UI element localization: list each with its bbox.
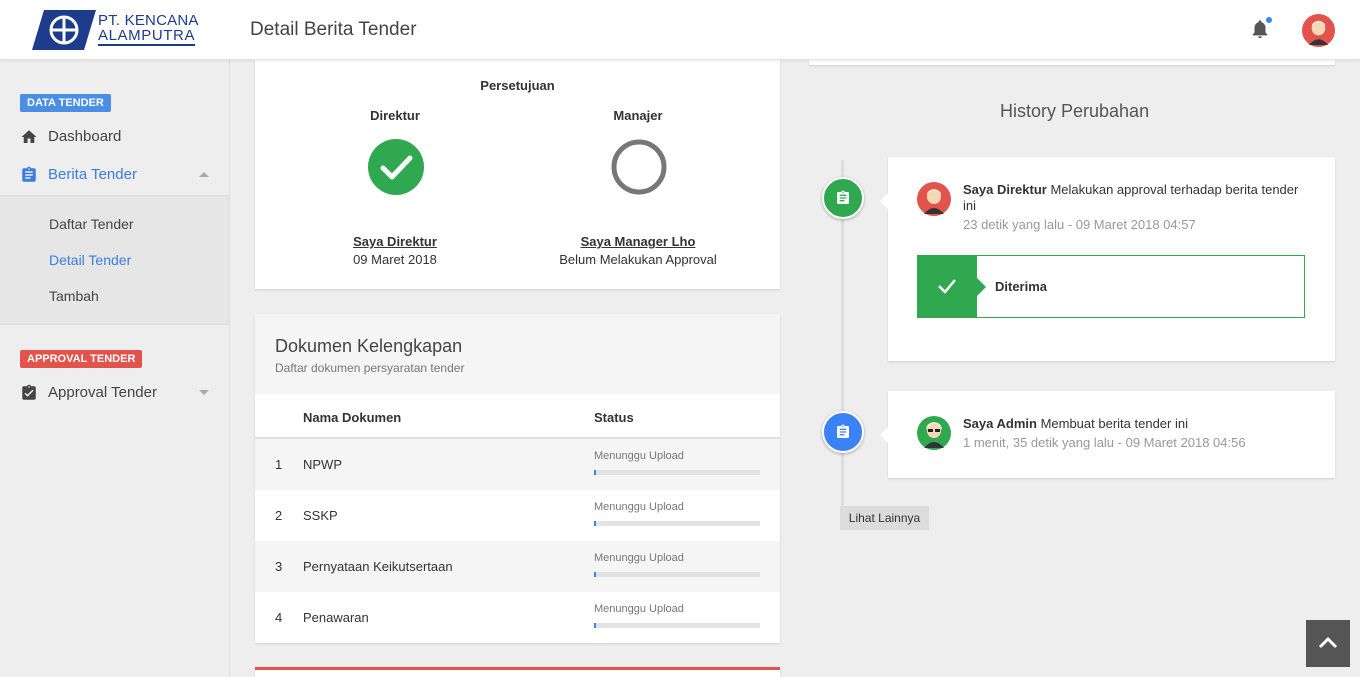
history-actor: Saya Direktur bbox=[963, 182, 1047, 197]
top-header: PT. KENCANA ALAMPUTRA Detail Berita Tend… bbox=[0, 0, 1360, 60]
table-row: 2 SSKP Menunggu Upload bbox=[255, 490, 780, 541]
submenu-item-detail-tender[interactable]: Detail Tender bbox=[49, 252, 131, 268]
row-number: 1 bbox=[275, 457, 283, 472]
previous-card-edge bbox=[809, 60, 1335, 65]
timeline-node-created bbox=[822, 411, 864, 453]
column-header-name: Nama Dokumen bbox=[303, 410, 402, 425]
table-row: 4 Penawaran Menunggu Upload bbox=[255, 592, 780, 643]
document-status: Menunggu Upload bbox=[594, 501, 684, 513]
approval-manajer: Manajer Saya Manager Lho Belum Melakukan… bbox=[538, 60, 738, 289]
sidebar-item-label: Dashboard bbox=[48, 128, 122, 145]
approval-direktur: Direktur Saya Direktur 09 Maret 2018 bbox=[295, 60, 495, 289]
table-row: 1 NPWP Menunggu Upload bbox=[255, 439, 780, 490]
next-card-edge bbox=[255, 667, 780, 677]
sidebar-item-label: Approval Tender bbox=[48, 384, 157, 401]
documents-subtitle: Daftar dokumen persyaratan tender bbox=[275, 361, 465, 375]
upload-progress-bar bbox=[594, 470, 760, 475]
company-name-line2: ALAMPUTRA bbox=[98, 27, 196, 44]
pending-circle-icon bbox=[611, 139, 667, 195]
user-avatar[interactable] bbox=[1302, 14, 1335, 47]
page-title: Detail Berita Tender bbox=[250, 19, 417, 40]
document-status: Menunggu Upload bbox=[594, 552, 684, 564]
section-badge-approval-tender: APPROVAL TENDER bbox=[20, 350, 143, 368]
history-entry: Saya Admin Membuat berita tender ini 1 m… bbox=[880, 391, 1335, 478]
history-time: 1 menit, 35 detik yang lalu - 09 Maret 2… bbox=[963, 435, 1246, 450]
upload-progress-bar bbox=[594, 572, 760, 577]
document-status: Menunggu Upload bbox=[594, 450, 684, 462]
approver-name-link[interactable]: Saya Manager Lho bbox=[538, 234, 738, 249]
history-time: 23 detik yang lalu - 09 Maret 2018 04:57 bbox=[963, 217, 1196, 232]
check-circle-icon bbox=[368, 139, 424, 195]
documents-card: Dokumen Kelengkapan Daftar dokumen persy… bbox=[255, 314, 780, 643]
submenu-item-daftar-tender[interactable]: Daftar Tender bbox=[49, 216, 134, 232]
section-badge-data-tender: DATA TENDER bbox=[20, 94, 111, 112]
row-number: 3 bbox=[275, 559, 283, 574]
timeline-node-approval bbox=[822, 177, 864, 219]
history-action: Membuat berita tender ini bbox=[1040, 416, 1188, 431]
table-row: 3 Pernyataan Keikutsertaan Menunggu Uplo… bbox=[255, 541, 780, 592]
column-header-status: Status bbox=[594, 410, 634, 425]
home-icon bbox=[21, 130, 37, 143]
progress-fill bbox=[594, 572, 596, 577]
clipboard-icon bbox=[837, 190, 849, 204]
documents-title: Dokumen Kelengkapan bbox=[275, 336, 463, 356]
submenu-item-tambah[interactable]: Tambah bbox=[49, 288, 99, 304]
progress-fill bbox=[594, 521, 596, 526]
submenu-berita-tender: Daftar Tender Detail Tender Tambah bbox=[0, 195, 229, 325]
row-number: 4 bbox=[275, 610, 283, 625]
approval-card: Persetujuan Direktur Saya Direktur 09 Ma… bbox=[255, 60, 780, 289]
assignment-check-icon bbox=[22, 384, 36, 400]
see-more-button[interactable]: Lihat Lainnya bbox=[840, 506, 929, 530]
history-entry-text: Saya Admin Membuat berita tender ini bbox=[963, 416, 1313, 432]
progress-fill bbox=[594, 470, 596, 475]
sidebar-item-label: Berita Tender bbox=[48, 166, 137, 183]
history-title: History Perubahan bbox=[1000, 101, 1150, 121]
approval-date: 09 Maret 2018 bbox=[353, 252, 437, 267]
approver-name-link[interactable]: Saya Direktur bbox=[295, 234, 495, 249]
history-entry: Saya Direktur Melakukan approval terhada… bbox=[880, 157, 1335, 361]
chevron-up-icon bbox=[1318, 636, 1338, 649]
status-accepted-box: Diterima bbox=[917, 255, 1305, 318]
upload-progress-bar bbox=[594, 623, 760, 628]
check-icon bbox=[938, 279, 956, 294]
approval-role: Manajer bbox=[613, 108, 663, 123]
chevron-down-icon bbox=[199, 390, 209, 395]
document-name: Pernyataan Keikutsertaan bbox=[303, 559, 453, 574]
sidebar-item-dashboard[interactable]: Dashboard bbox=[0, 118, 229, 156]
sidebar-item-berita-tender[interactable]: Berita Tender bbox=[0, 156, 229, 194]
documents-header: Dokumen Kelengkapan Daftar dokumen persy… bbox=[255, 314, 780, 394]
clipboard-icon bbox=[837, 424, 849, 438]
sidebar-item-approval-tender[interactable]: Approval Tender bbox=[0, 374, 229, 412]
document-name: Penawaran bbox=[303, 610, 369, 625]
logo-underline bbox=[98, 44, 195, 46]
logo-emblem-icon bbox=[32, 10, 96, 50]
status-icon-block bbox=[918, 256, 986, 317]
notification-dot bbox=[1266, 17, 1272, 23]
history-actor: Saya Admin bbox=[963, 416, 1037, 431]
approval-role: Direktur bbox=[370, 108, 420, 123]
avatar bbox=[917, 416, 951, 450]
avatar bbox=[917, 182, 951, 216]
row-number: 2 bbox=[275, 508, 283, 523]
document-name: NPWP bbox=[303, 457, 342, 472]
document-name: SSKP bbox=[303, 508, 338, 523]
status-label: Diterima bbox=[995, 279, 1048, 294]
history-entry-text: Saya Direktur Melakukan approval terhada… bbox=[963, 182, 1313, 214]
clipboard-icon bbox=[22, 166, 36, 182]
progress-fill bbox=[594, 623, 596, 628]
scroll-to-top-button[interactable] bbox=[1306, 620, 1350, 667]
chevron-up-icon bbox=[199, 172, 209, 177]
sidebar: DATA TENDER Dashboard Berita Tender Daft… bbox=[0, 60, 230, 677]
approval-status: Belum Melakukan Approval bbox=[559, 252, 717, 267]
document-status: Menunggu Upload bbox=[594, 603, 684, 615]
company-logo[interactable]: PT. KENCANA ALAMPUTRA bbox=[32, 6, 202, 54]
upload-progress-bar bbox=[594, 521, 760, 526]
